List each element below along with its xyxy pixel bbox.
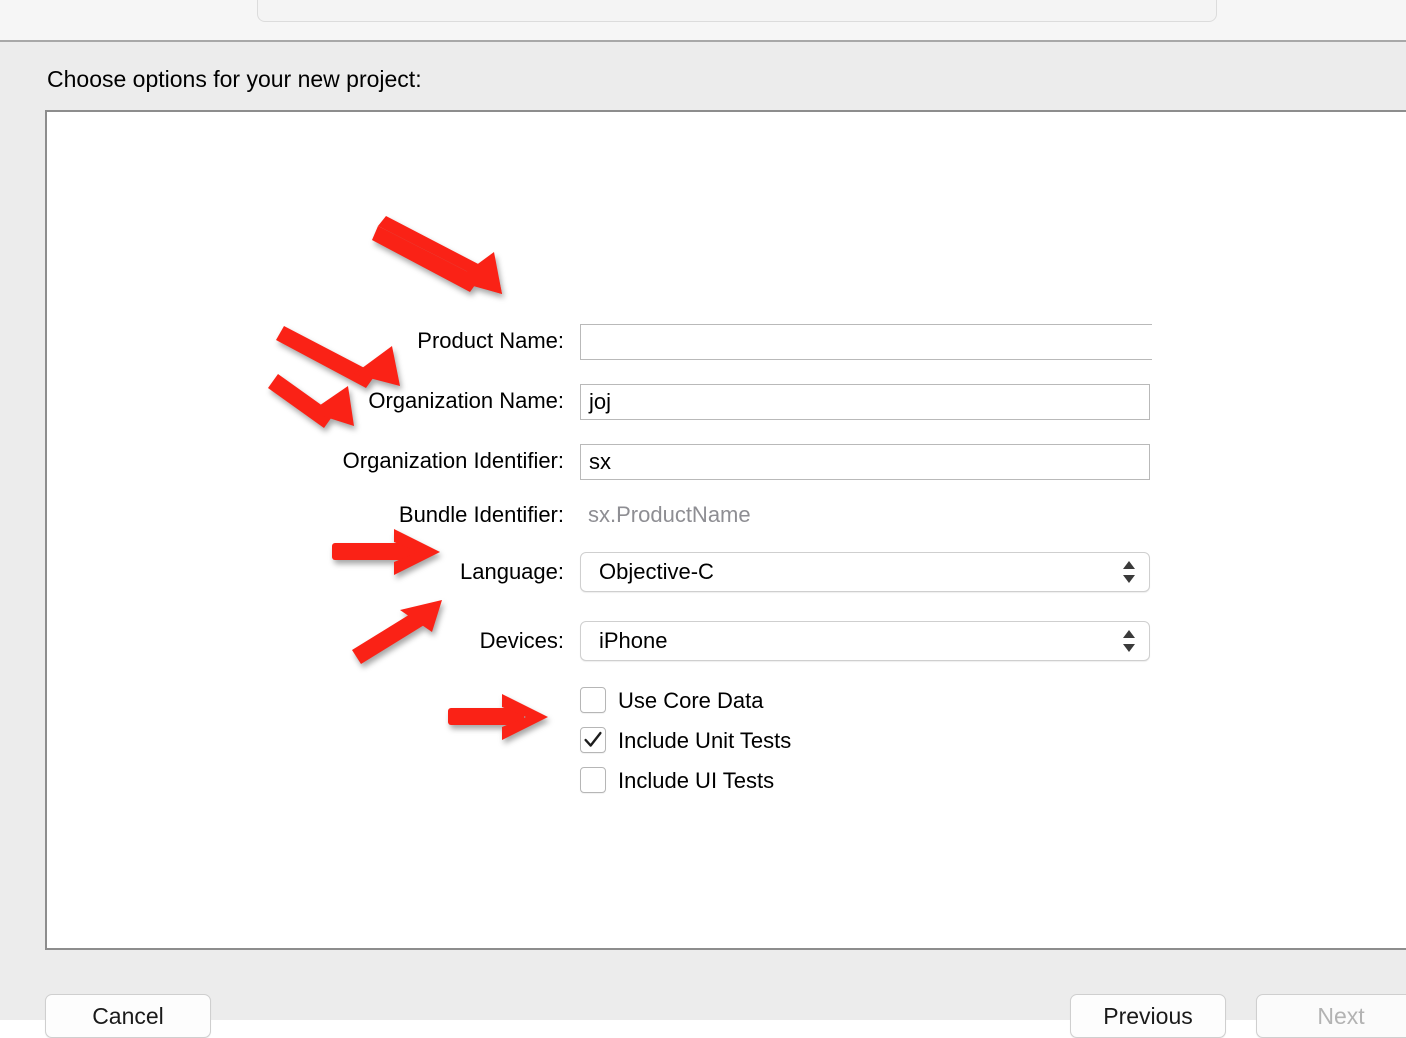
- checkmark-icon: [581, 728, 605, 752]
- checkbox-label-include-ui-tests: Include UI Tests: [618, 768, 775, 793]
- organization-identifier-input[interactable]: sx: [580, 444, 1150, 480]
- form-row-devices: Devices: iPhone: [47, 621, 1406, 661]
- checkbox-label-use-core-data: Use Core Data: [618, 688, 764, 713]
- devices-select[interactable]: iPhone: [580, 621, 1150, 661]
- options-panel: Product Name: Organization Name: joj Org…: [45, 110, 1406, 950]
- label-devices: Devices:: [479, 628, 564, 653]
- next-button[interactable]: Next: [1256, 994, 1406, 1038]
- label-organization-identifier: Organization Identifier:: [342, 448, 564, 473]
- label-bundle-identifier: Bundle Identifier:: [398, 502, 564, 527]
- cancel-button[interactable]: Cancel: [45, 994, 211, 1038]
- partial-panel-above: [257, 0, 1217, 22]
- organization-name-input[interactable]: joj: [580, 384, 1150, 420]
- window-chrome-strip: [0, 0, 1406, 42]
- checkbox-label-include-unit-tests: Include Unit Tests: [618, 728, 792, 753]
- language-select[interactable]: Objective-C: [580, 552, 1150, 592]
- checkbox-box-include-ui-tests[interactable]: [580, 767, 606, 793]
- form-row-product-name: Product Name:: [47, 321, 1406, 361]
- checkbox-box-use-core-data[interactable]: [580, 687, 606, 713]
- chevron-up-down-icon: [1121, 559, 1137, 585]
- form-row-bundle-identifier: Bundle Identifier: sx.ProductName: [47, 495, 1406, 535]
- devices-select-value: iPhone: [599, 628, 668, 653]
- label-organization-name: Organization Name:: [368, 388, 564, 413]
- form-row-language: Language: Objective-C: [47, 552, 1406, 592]
- label-product-name: Product Name:: [417, 328, 564, 353]
- form-row-organization-name: Organization Name: joj: [47, 381, 1406, 421]
- new-project-options-dialog: Choose options for your new project: Pro…: [0, 42, 1406, 1038]
- page-title: Choose options for your new project:: [47, 66, 422, 92]
- label-language: Language:: [460, 559, 564, 584]
- checkbox-box-include-unit-tests[interactable]: [580, 727, 606, 753]
- form-row-organization-identifier: Organization Identifier: sx: [47, 441, 1406, 481]
- chevron-up-down-icon: [1121, 628, 1137, 654]
- product-name-input[interactable]: [580, 324, 1152, 360]
- previous-button[interactable]: Previous: [1070, 994, 1226, 1038]
- language-select-value: Objective-C: [599, 559, 714, 584]
- bundle-identifier-value: sx.ProductName: [588, 502, 751, 527]
